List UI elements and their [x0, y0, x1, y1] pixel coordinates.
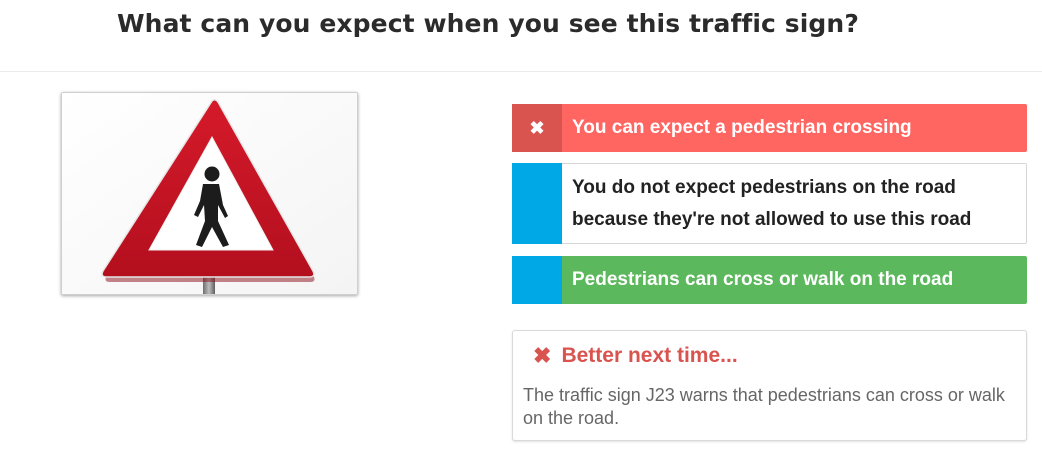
close-icon: ✖: [533, 343, 552, 368]
answer-option-2-label: You do not expect pedestrians on the roa…: [572, 176, 972, 230]
answer-option-2[interactable]: You do not expect pedestrians on the roa…: [512, 163, 1027, 244]
question-title: What can you expect when you see this tr…: [117, 9, 859, 38]
close-icon: ✖: [512, 104, 562, 152]
feedback-panel: ✖ Better next time... The traffic sign J…: [512, 330, 1027, 441]
pedestrian-warning-sign-icon: [62, 93, 357, 294]
answer-option-1-label: You can expect a pedestrian crossing: [572, 117, 912, 138]
answer-option-2-marker: [512, 163, 562, 244]
answer-option-3[interactable]: Pedestrians can cross or walk on the roa…: [512, 256, 1027, 304]
feedback-heading-row: ✖ Better next time...: [533, 344, 738, 368]
feedback-heading: Better next time...: [561, 344, 738, 367]
feedback-text: The traffic sign J23 warns that pedestri…: [523, 385, 1005, 428]
question-header: What can you expect when you see this tr…: [0, 0, 1042, 72]
answer-option-3-marker: [512, 256, 562, 304]
answer-option-3-label: Pedestrians can cross or walk on the roa…: [572, 269, 954, 290]
quiz-page: What can you expect when you see this tr…: [0, 0, 1042, 469]
traffic-sign-image: [61, 92, 358, 295]
answer-option-1[interactable]: ✖ You can expect a pedestrian crossing: [512, 104, 1027, 152]
